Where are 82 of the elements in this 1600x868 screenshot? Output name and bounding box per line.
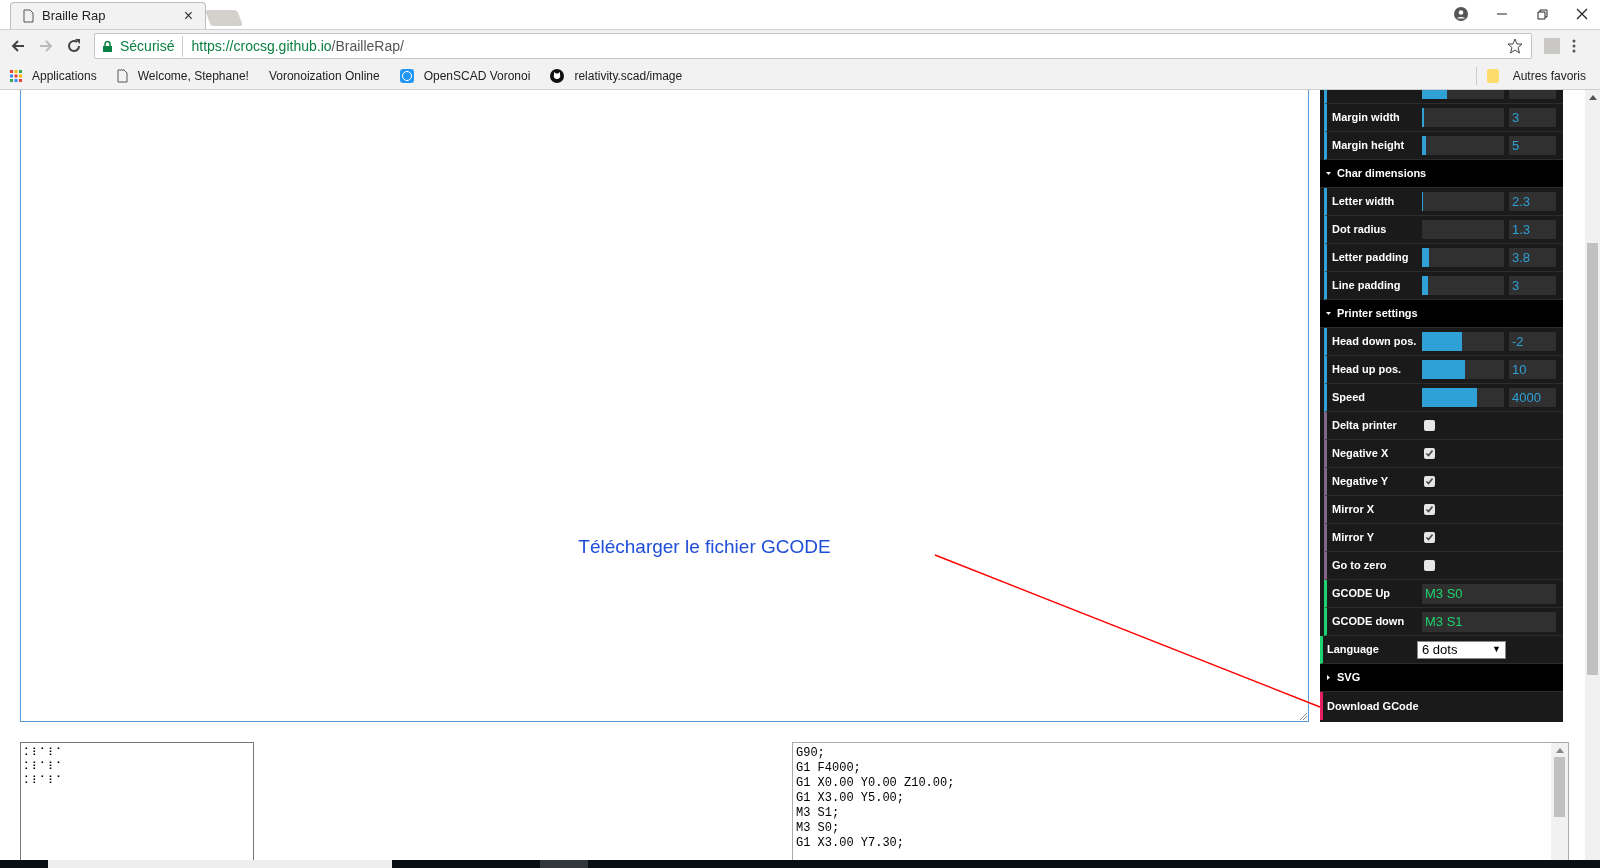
setting-label: GCODE down <box>1331 614 1406 630</box>
scrollbar-thumb[interactable] <box>1587 243 1598 675</box>
checkbox[interactable] <box>1424 560 1435 571</box>
setting-label: Go to zero <box>1331 558 1388 574</box>
address-bar[interactable]: Sécurisé https://crocsg.github.io/BrailleRap/ <box>94 33 1532 59</box>
setting-label: Language <box>1326 642 1380 658</box>
bookmark[interactable]: Welcome, Stephane! <box>137 66 249 85</box>
resize-handle-icon[interactable] <box>1299 712 1307 720</box>
setting-label: Letter width <box>1331 194 1396 210</box>
number-field[interactable]: 3.8 <box>1509 248 1556 267</box>
slider-track[interactable] <box>1422 276 1504 295</box>
cat-logo-icon <box>550 68 565 83</box>
bookmark-folder[interactable]: Autres favoris <box>1512 66 1586 85</box>
bookmark[interactable]: Voronoization Online <box>268 66 380 85</box>
close-icon[interactable] <box>1576 8 1588 20</box>
caret-icon[interactable] <box>1326 171 1331 176</box>
number-field[interactable]: 10 <box>1509 360 1556 379</box>
folder-icon <box>1486 68 1499 83</box>
badge-icon <box>399 68 414 83</box>
caret-icon[interactable] <box>1326 311 1331 316</box>
scrollbar-thumb[interactable] <box>1554 757 1565 817</box>
slider-track[interactable] <box>1422 192 1504 211</box>
slider-track[interactable] <box>1422 248 1504 267</box>
text-area[interactable]: Télécharger le fichier GCODE <box>20 90 1309 722</box>
slider-track[interactable] <box>1422 136 1504 155</box>
setting-label: Head down pos. <box>1331 334 1418 350</box>
slider-track[interactable] <box>1422 108 1504 127</box>
page-icon <box>23 9 34 23</box>
download-button[interactable]: Download GCode <box>1323 697 1419 715</box>
slider-track[interactable] <box>1422 332 1504 351</box>
setting-label: Negative X <box>1331 446 1390 462</box>
checkbox[interactable] <box>1424 420 1435 431</box>
setting-label: Speed <box>1331 390 1366 406</box>
caret-icon[interactable] <box>1326 675 1331 680</box>
profile-icon[interactable] <box>1454 7 1468 21</box>
checkbox[interactable] <box>1424 532 1435 543</box>
setting-label: Delta printer <box>1331 418 1398 434</box>
number-field[interactable]: 3 <box>1509 108 1556 127</box>
apps-icon <box>10 69 22 82</box>
bookmark[interactable]: relativity.scad/image <box>574 66 683 85</box>
security-label: Sécurisé <box>120 35 184 57</box>
text-field[interactable]: M3 S1 <box>1422 611 1556 632</box>
checkbox[interactable] <box>1424 448 1435 459</box>
setting-label: Line padding <box>1331 278 1402 294</box>
text-field[interactable]: M3 S0 <box>1422 583 1556 604</box>
language-dropdown[interactable]: 6 dots ▼ <box>1417 640 1506 659</box>
number-field[interactable]: 3 <box>1509 276 1556 295</box>
annotation-text: Télécharger le fichier GCODE <box>578 535 831 559</box>
slider-track[interactable] <box>1422 360 1504 379</box>
checkbox[interactable] <box>1424 476 1435 487</box>
number-field[interactable]: 1.3 <box>1509 220 1556 239</box>
checkbox[interactable] <box>1424 504 1435 515</box>
menu-icon[interactable] <box>1572 39 1576 53</box>
setting-label: Mirror Y <box>1331 530 1375 546</box>
setting-label: GCODE Up <box>1331 586 1392 602</box>
browser-tab[interactable]: Braille Rap × <box>10 2 206 29</box>
lock-icon <box>103 40 112 52</box>
back-icon[interactable] <box>10 38 26 54</box>
reload-icon[interactable] <box>66 38 82 54</box>
setting-label: Negative Y <box>1331 474 1390 490</box>
bookmark[interactable]: Applications <box>32 66 97 85</box>
bookmark[interactable]: OpenSCAD Voronoi <box>423 66 531 85</box>
setting-label: Mirror X <box>1331 502 1376 518</box>
number-field[interactable]: 4000 <box>1509 388 1556 407</box>
setting-label: Margin height <box>1331 138 1406 154</box>
setting-label: Margin width <box>1331 110 1401 126</box>
setting-label: Letter padding <box>1331 250 1410 266</box>
star-icon[interactable] <box>1507 38 1523 54</box>
number-field[interactable]: 2.3 <box>1509 192 1556 211</box>
scroll-up-icon[interactable] <box>1555 748 1564 753</box>
number-field[interactable]: -2 <box>1509 332 1556 351</box>
scroll-up-icon[interactable] <box>1588 95 1597 100</box>
url-text: https://crocsg.github.io/BrailleRap/ <box>191 36 404 56</box>
restore-icon[interactable] <box>1536 8 1548 20</box>
setting-label: Head up pos. <box>1331 362 1403 378</box>
close-tab-button[interactable]: × <box>183 4 193 28</box>
number-field[interactable]: 5 <box>1509 136 1556 155</box>
page-icon <box>116 68 128 83</box>
tab-title: Braille Rap <box>42 7 107 26</box>
slider-track[interactable] <box>1422 388 1504 407</box>
section-header[interactable]: SVG <box>1337 669 1361 686</box>
setting-label: Dot radius <box>1331 222 1388 238</box>
